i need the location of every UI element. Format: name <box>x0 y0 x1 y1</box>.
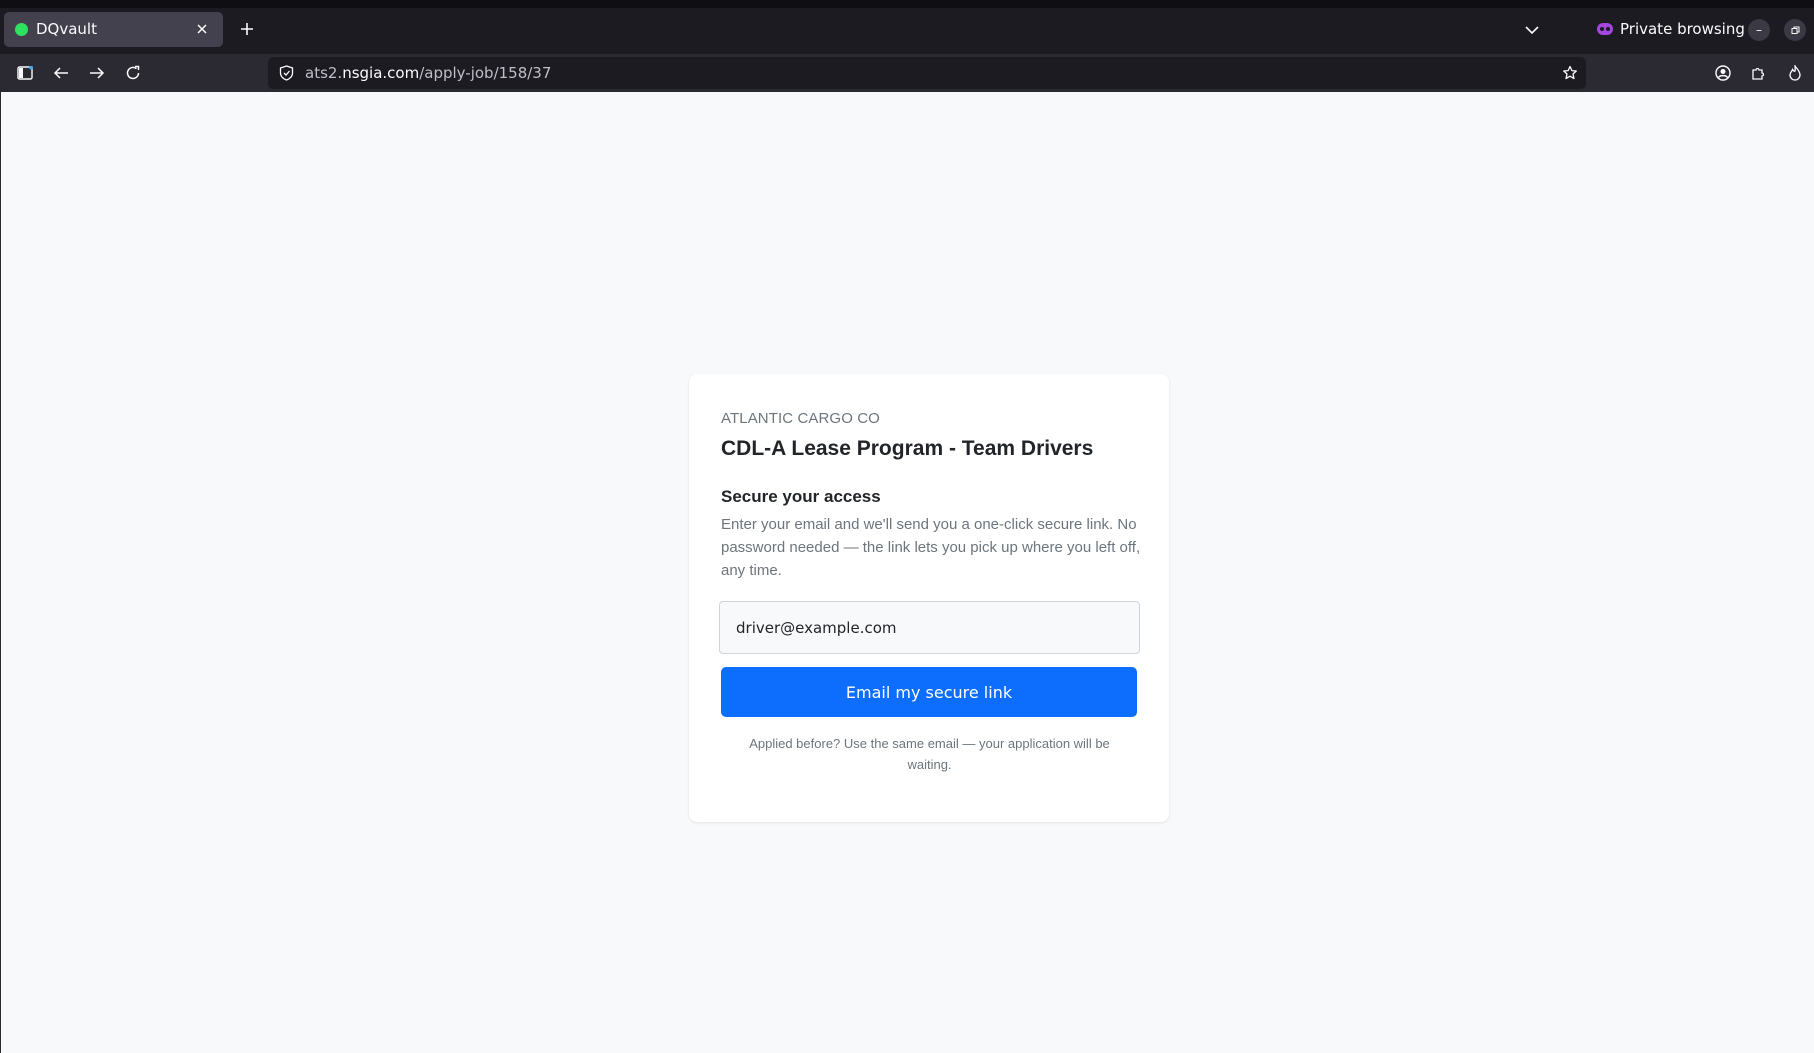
email-secure-link-button[interactable]: Email my secure link <box>721 667 1137 717</box>
restore-window-button[interactable] <box>1784 19 1806 41</box>
url-host-prefix: ats2. <box>305 64 343 82</box>
job-title: CDL-A Lease Program - Team Drivers <box>721 437 1094 460</box>
returning-applicant-note: Applied before? Use the same email — you… <box>749 736 1110 772</box>
company-name: ATLANTIC CARGO CO <box>721 410 880 427</box>
browser-tab-bar: DQvault Private browsing – <box>0 0 1814 54</box>
sidebar-toggle-icon[interactable] <box>10 58 40 88</box>
minimize-window-button[interactable]: – <box>1748 19 1770 41</box>
address-bar[interactable]: ats2.nsgia.com/apply-job/158/37 <box>268 57 1586 89</box>
browser-tab-active[interactable]: DQvault <box>4 12 223 47</box>
fire-forget-icon[interactable] <box>1780 58 1810 88</box>
close-tab-icon[interactable] <box>189 16 215 42</box>
section-title: Secure your access <box>721 487 881 506</box>
private-mask-icon <box>1597 23 1613 35</box>
extensions-puzzle-icon[interactable] <box>1744 58 1774 88</box>
site-favicon-icon <box>15 23 28 36</box>
email-input[interactable] <box>719 601 1140 654</box>
private-browsing-indicator: Private browsing <box>1597 18 1745 40</box>
account-icon[interactable] <box>1708 58 1738 88</box>
section-description: Enter your email and we'll send you a on… <box>721 516 1141 579</box>
page-viewport: ATLANTIC CARGO CO CDL-A Lease Program - … <box>0 92 1814 1053</box>
bookmark-star-icon[interactable] <box>1558 61 1582 85</box>
browser-navigation-bar: ats2.nsgia.com/apply-job/158/37 <box>0 54 1814 92</box>
tracking-protection-shield-icon[interactable] <box>274 61 298 85</box>
new-tab-button[interactable] <box>233 15 261 43</box>
url-host: nsgia.com <box>342 64 420 82</box>
url-text[interactable]: ats2.nsgia.com/apply-job/158/37 <box>305 64 551 82</box>
forward-arrow-icon[interactable] <box>82 58 112 88</box>
reload-icon[interactable] <box>118 58 148 88</box>
tab-title: DQvault <box>36 20 97 38</box>
private-browsing-label: Private browsing <box>1620 20 1745 38</box>
title-strip <box>0 0 1814 8</box>
access-card: ATLANTIC CARGO CO CDL-A Lease Program - … <box>689 374 1169 822</box>
url-path: /apply-job/158/37 <box>419 64 552 82</box>
back-arrow-icon[interactable] <box>46 58 76 88</box>
tab-list-chevron-icon[interactable] <box>1518 16 1546 44</box>
